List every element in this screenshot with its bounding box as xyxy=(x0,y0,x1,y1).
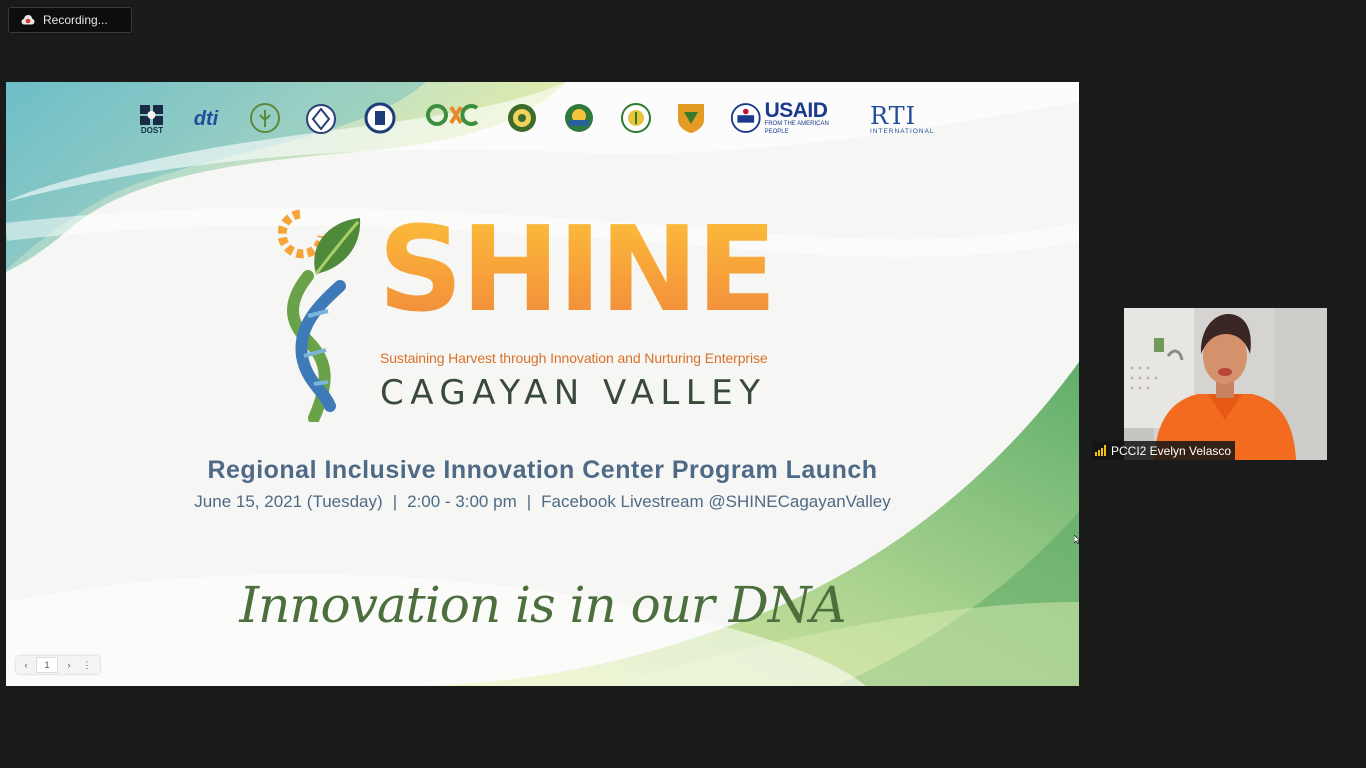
recording-label: Recording... xyxy=(43,13,108,27)
cvc-logo xyxy=(424,101,482,133)
shine-tagline: Sustaining Harvest through Innovation an… xyxy=(380,350,768,366)
dna-leaf-emblem xyxy=(278,209,361,422)
usaid-logo: USAID FROM THE AMERICAN PEOPLE xyxy=(730,100,848,136)
seal-logo-6 xyxy=(562,101,596,135)
rti-logo: RTI INTERNATIONAL xyxy=(870,102,946,136)
agriculture-seal xyxy=(248,101,282,135)
dti-logo: dti xyxy=(189,104,223,134)
rti-text: RTI xyxy=(870,101,917,130)
program-date: June 15, 2021 (Tuesday) xyxy=(194,492,383,511)
dti-logo-text: dti xyxy=(193,107,219,130)
seal-logo-2 xyxy=(304,102,338,136)
seal-logo-7 xyxy=(619,101,653,135)
more-options-icon[interactable]: ⋮ xyxy=(80,656,94,674)
mouse-cursor-icon xyxy=(1074,535,1081,545)
record-cloud-icon xyxy=(21,13,35,27)
program-venue: Facebook Livestream @SHINECagayanValley xyxy=(541,492,891,511)
usaid-text: USAID xyxy=(764,99,828,123)
participant-video[interactable] xyxy=(1124,308,1327,460)
page-number: 1 xyxy=(36,657,58,673)
separator: | xyxy=(392,492,398,511)
prev-page-button[interactable]: ‹ xyxy=(16,656,36,674)
participant-name-tag: PCCI2 Evelyn Velasco xyxy=(1092,441,1236,460)
participant-video-frame xyxy=(1124,308,1327,460)
dost-logo: DOST xyxy=(138,102,166,136)
next-page-button[interactable]: › xyxy=(58,656,80,674)
region-title: CAGAYAN VALLEY xyxy=(380,373,767,413)
dost-logo-text: DOST xyxy=(140,125,164,135)
seal-logo-3 xyxy=(363,101,397,135)
separator: | xyxy=(526,492,532,511)
slide-motto: Innovation is in our DNA xyxy=(239,576,846,634)
shared-slide: DOST dti USAID FROM THE AMERICAN PEOPLE … xyxy=(6,82,1079,686)
signal-strength-icon xyxy=(1095,445,1106,456)
shine-title: SHINE xyxy=(378,200,777,338)
slide-pager: ‹ 1 › ⋮ xyxy=(16,656,100,674)
seal-logo-5 xyxy=(505,101,539,135)
rti-subtext: INTERNATIONAL xyxy=(870,127,935,135)
program-time: 2:00 - 3:00 pm xyxy=(407,492,517,511)
usaid-subtext: FROM THE AMERICAN PEOPLE xyxy=(764,121,829,135)
program-details: June 15, 2021 (Tuesday) | 2:00 - 3:00 pm | F… xyxy=(6,492,1079,512)
recording-indicator[interactable]: Recording... xyxy=(8,7,132,33)
shield-logo xyxy=(675,101,707,135)
program-title: Regional Inclusive Innovation Center Pro… xyxy=(207,456,878,484)
participant-name: PCCI2 Evelyn Velasco xyxy=(1111,443,1232,458)
